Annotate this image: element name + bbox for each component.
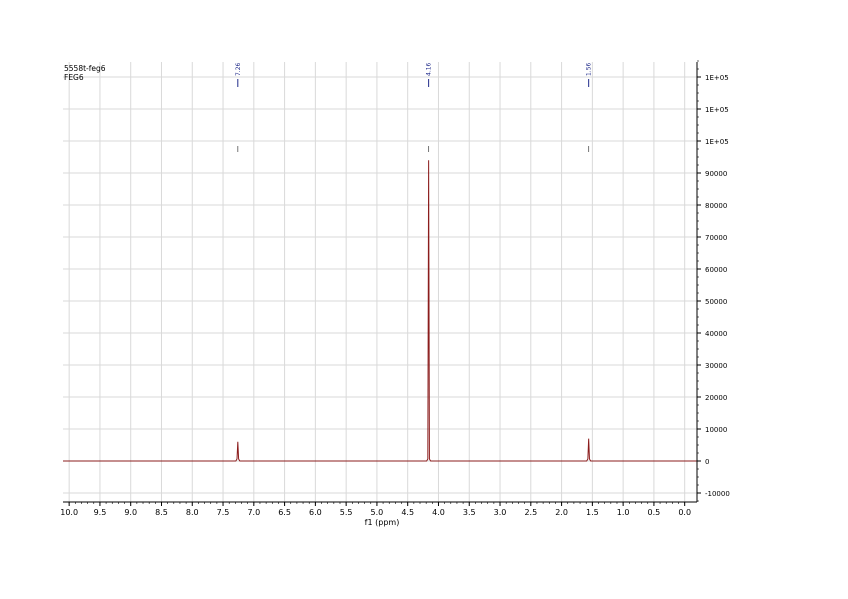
x-axis-title: f1 (ppm) [365, 518, 400, 527]
x-tick-label: 5.0 [371, 508, 384, 517]
x-tick-label: 9.0 [124, 508, 137, 517]
y-tick-label: 1E+05 [705, 138, 729, 146]
y-tick-label: 1E+05 [705, 74, 729, 82]
peak-labels: 7.26 4.16 1.56 [235, 62, 593, 152]
x-tick-label: 9.5 [94, 508, 107, 517]
y-tick-label: 70000 [705, 234, 727, 242]
y-tick-label: -10000 [705, 490, 730, 498]
sample-name: 5558t-feg6 [64, 64, 106, 73]
peak-label: 7.26 [235, 62, 242, 76]
y-tick-label: 80000 [705, 202, 727, 210]
y-axis: 1E+05 1E+05 1E+05 90000 80000 70000 60000 50000… [696, 60, 730, 502]
y-tick-label: 20000 [705, 394, 727, 402]
x-tick-label: 2.5 [524, 508, 537, 517]
x-tick-label: 4.0 [432, 508, 445, 517]
x-tick-label: 8.5 [155, 508, 168, 517]
x-tick-label: 0.0 [678, 508, 691, 517]
x-tick-label: 0.5 [648, 508, 661, 517]
x-axis: 10.0 9.5 9.0 8.5 8.0 7.5 7.0 6.5 6.0 5.5 5.0 4.5 4.0… [60, 501, 697, 517]
x-tick-label: 1.5 [586, 508, 599, 517]
x-tick-label: 3.0 [494, 508, 507, 517]
y-tick-label: 10000 [705, 426, 727, 434]
x-tick-label: 4.5 [401, 508, 414, 517]
x-tick-label: 1.0 [617, 508, 630, 517]
x-tick-label: 10.0 [60, 508, 78, 517]
y-tick-label: 50000 [705, 298, 727, 306]
x-tick-label: 7.0 [247, 508, 260, 517]
sample-code: FEG6 [64, 73, 84, 82]
y-tick-label: 40000 [705, 330, 727, 338]
nmr-spectrum-chart: 10.0 9.5 9.0 8.5 8.0 7.5 7.0 6.5 6.0 5.5 5.0 4.5 4.0… [60, 60, 730, 527]
x-tick-label: 3.5 [463, 508, 476, 517]
x-tick-label: 6.0 [309, 508, 322, 517]
y-tick-label: 60000 [705, 266, 727, 274]
x-tick-label: 7.5 [217, 508, 230, 517]
y-tick-label: 90000 [705, 170, 727, 178]
y-tick-label: 30000 [705, 362, 727, 370]
peak-label: 1.56 [586, 62, 593, 76]
grid [63, 62, 697, 502]
x-tick-label: 2.0 [555, 508, 568, 517]
x-tick-label: 5.5 [340, 508, 353, 517]
x-tick-label: 6.5 [278, 508, 291, 517]
x-tick-label: 8.0 [186, 508, 199, 517]
peak-label: 4.16 [426, 62, 433, 76]
y-tick-label: 1E+05 [705, 106, 729, 114]
y-tick-label: 0 [705, 458, 709, 466]
